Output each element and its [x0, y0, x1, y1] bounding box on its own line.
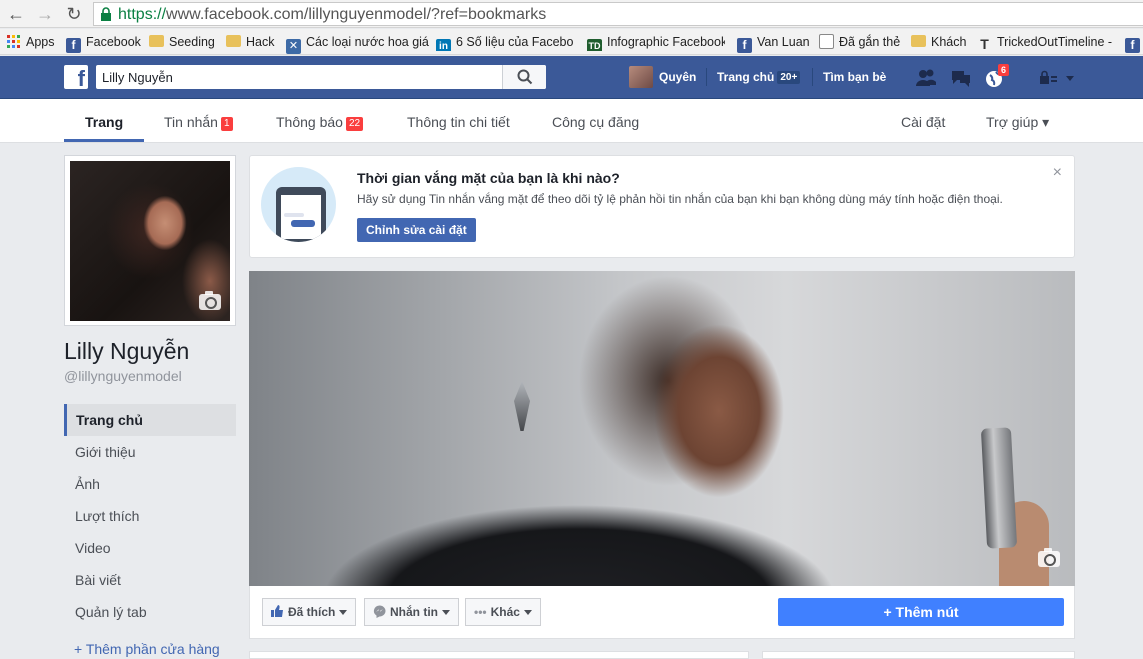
site-icon: ✕	[286, 39, 301, 54]
tab-help[interactable]: Trợ giúp ▾	[986, 114, 1049, 131]
bookmark-trickedout[interactable]: T TrickedOutTimeline -	[977, 33, 1115, 51]
tab-insights[interactable]: Thông tin chi tiết	[407, 114, 510, 130]
tab-page[interactable]: Trang	[85, 114, 123, 130]
browser-toolbar: ← → ↻ https://www.facebook.com/lillynguy…	[0, 0, 1143, 28]
phone-icon	[276, 187, 326, 242]
more-dots-icon: •••	[474, 605, 487, 619]
search-box	[96, 65, 546, 89]
bookmark-perfume[interactable]: ✕ Các loại nước hoa giá	[286, 33, 429, 54]
folder-icon	[911, 35, 926, 47]
notifications-count-badge: 6	[998, 64, 1010, 76]
notifications-count-badge: 22	[345, 117, 364, 131]
facebook-top-bar: f Quyên Trang chủ20+ Tìm bạn bè 6	[0, 56, 1143, 99]
messages-icon[interactable]	[950, 68, 972, 88]
side-nav-manage-tabs[interactable]: Quản lý tab	[64, 596, 236, 628]
search-icon	[517, 69, 533, 85]
side-nav-videos[interactable]: Video	[64, 532, 236, 564]
facebook-icon: f	[1125, 38, 1140, 53]
content-card-edge	[762, 651, 1075, 659]
bookmark-seeding[interactable]: Seeding	[149, 33, 215, 51]
t-icon: T	[980, 36, 989, 52]
chevron-down-icon	[442, 610, 450, 615]
bookmark-facebook-stats[interactable]: in 6 Số liệu của Faceboo	[436, 33, 574, 51]
bookmark-khach[interactable]: Khách	[911, 33, 966, 51]
message-button[interactable]: Nhắn tin	[364, 598, 459, 626]
bookmarks-bar: Apps f Facebook Seeding Hack ✕ Các loại nư…	[0, 29, 1143, 55]
bookmark-hack[interactable]: Hack	[226, 33, 274, 51]
page-admin-tabs: Trang Tin nhắn 1 Thông báo 22 Thông tin ch…	[0, 99, 1143, 143]
side-nav-photos[interactable]: Ảnh	[64, 468, 236, 500]
tab-notifications[interactable]: Thông báo 22	[276, 114, 364, 131]
divider	[812, 68, 813, 86]
home-count-badge: 20+	[777, 71, 801, 84]
profile-picture-frame	[64, 155, 236, 326]
search-button[interactable]	[502, 65, 546, 89]
side-nav-likes[interactable]: Lượt thích	[64, 500, 236, 532]
page-side-nav: Trang chủ Giới thiệu Ảnh Lượt thích Vide…	[64, 404, 236, 628]
chevron-down-icon	[339, 610, 348, 615]
liked-button[interactable]: Đã thích	[262, 598, 357, 626]
search-input[interactable]	[96, 65, 501, 89]
bookmark-van-luan[interactable]: f Van Luan	[737, 33, 810, 53]
notice-text: Hãy sử dụng Tin nhắn vắng mặt để theo dõ…	[357, 192, 1003, 206]
page-action-bar: Đã thích Nhắn tin ••• Khác + Thêm nút	[249, 586, 1075, 639]
away-messages-notice: Thời gian vắng mặt của bạn là khi nào? H…	[249, 155, 1075, 258]
phone-illustration	[261, 167, 336, 242]
linkedin-icon: in	[436, 39, 451, 51]
address-bar[interactable]: https://www.facebook.com/lillynguyenmode…	[93, 2, 1143, 26]
user-avatar[interactable]	[629, 66, 653, 88]
page-title[interactable]: Lilly Nguyễn	[64, 338, 189, 365]
edit-settings-button[interactable]: Chỉnh sửa cài đặt	[357, 218, 476, 242]
folder-icon	[149, 35, 164, 47]
messages-count-badge: 1	[220, 117, 233, 131]
thumbs-up-icon	[271, 605, 283, 617]
tab-settings[interactable]: Cài đặt	[901, 114, 945, 130]
bookmark-infographic[interactable]: TD Infographic Facebook	[587, 33, 725, 51]
reload-icon[interactable]: ↻	[64, 4, 84, 24]
tab-publishing-tools[interactable]: Công cụ đăng	[552, 114, 639, 130]
friend-requests-icon[interactable]	[915, 68, 937, 88]
lock-icon	[101, 7, 111, 21]
add-shop-section-link[interactable]: + Thêm phần cửa hàng	[74, 641, 220, 657]
side-nav-posts[interactable]: Bài viết	[64, 564, 236, 596]
facebook-icon: f	[737, 38, 752, 53]
camera-icon[interactable]	[199, 291, 221, 310]
privacy-menu-icon[interactable]	[1038, 68, 1074, 88]
camera-icon[interactable]	[1038, 548, 1060, 567]
divider	[706, 68, 707, 86]
side-nav-about[interactable]: Giới thiệu	[64, 436, 236, 468]
folder-icon	[226, 35, 241, 47]
bookmark-apps[interactable]: Apps	[6, 33, 55, 51]
content-card-edge	[249, 651, 749, 659]
td-icon: TD	[587, 39, 602, 51]
user-profile-link[interactable]: Quyên	[659, 70, 696, 84]
bookmark-facebook-2[interactable]: f	[1125, 33, 1143, 53]
messenger-icon	[373, 605, 386, 618]
forward-arrow-icon[interactable]: →	[35, 4, 55, 24]
facebook-icon: f	[66, 38, 81, 53]
chevron-down-icon	[523, 610, 532, 615]
facebook-logo-icon[interactable]: f	[64, 65, 88, 89]
notice-title: Thời gian vắng mặt của bạn là khi nào?	[357, 170, 620, 186]
bookmark-tagged[interactable]: Đã gắn thẻ	[819, 33, 900, 51]
cover-photo[interactable]	[249, 271, 1075, 586]
close-icon[interactable]: ×	[1053, 164, 1062, 182]
url-text: https://www.facebook.com/lillynguyenmode…	[118, 6, 547, 23]
active-tab-indicator	[64, 139, 144, 142]
cover-earring	[514, 381, 530, 431]
apps-grid-icon	[7, 35, 20, 48]
bookmark-facebook[interactable]: f Facebook	[66, 33, 141, 53]
find-friends-link[interactable]: Tìm bạn bè	[823, 70, 886, 84]
more-button[interactable]: ••• Khác	[465, 598, 541, 626]
cover-phone	[980, 427, 1018, 549]
page-username[interactable]: @lillynguyenmodel	[64, 368, 182, 384]
document-icon	[819, 34, 834, 49]
add-button[interactable]: + Thêm nút	[778, 598, 1064, 626]
back-arrow-icon[interactable]: ←	[6, 4, 26, 24]
tab-messages[interactable]: Tin nhắn 1	[164, 114, 233, 131]
side-nav-home[interactable]: Trang chủ	[64, 404, 236, 436]
home-link[interactable]: Trang chủ 20+	[717, 70, 801, 84]
